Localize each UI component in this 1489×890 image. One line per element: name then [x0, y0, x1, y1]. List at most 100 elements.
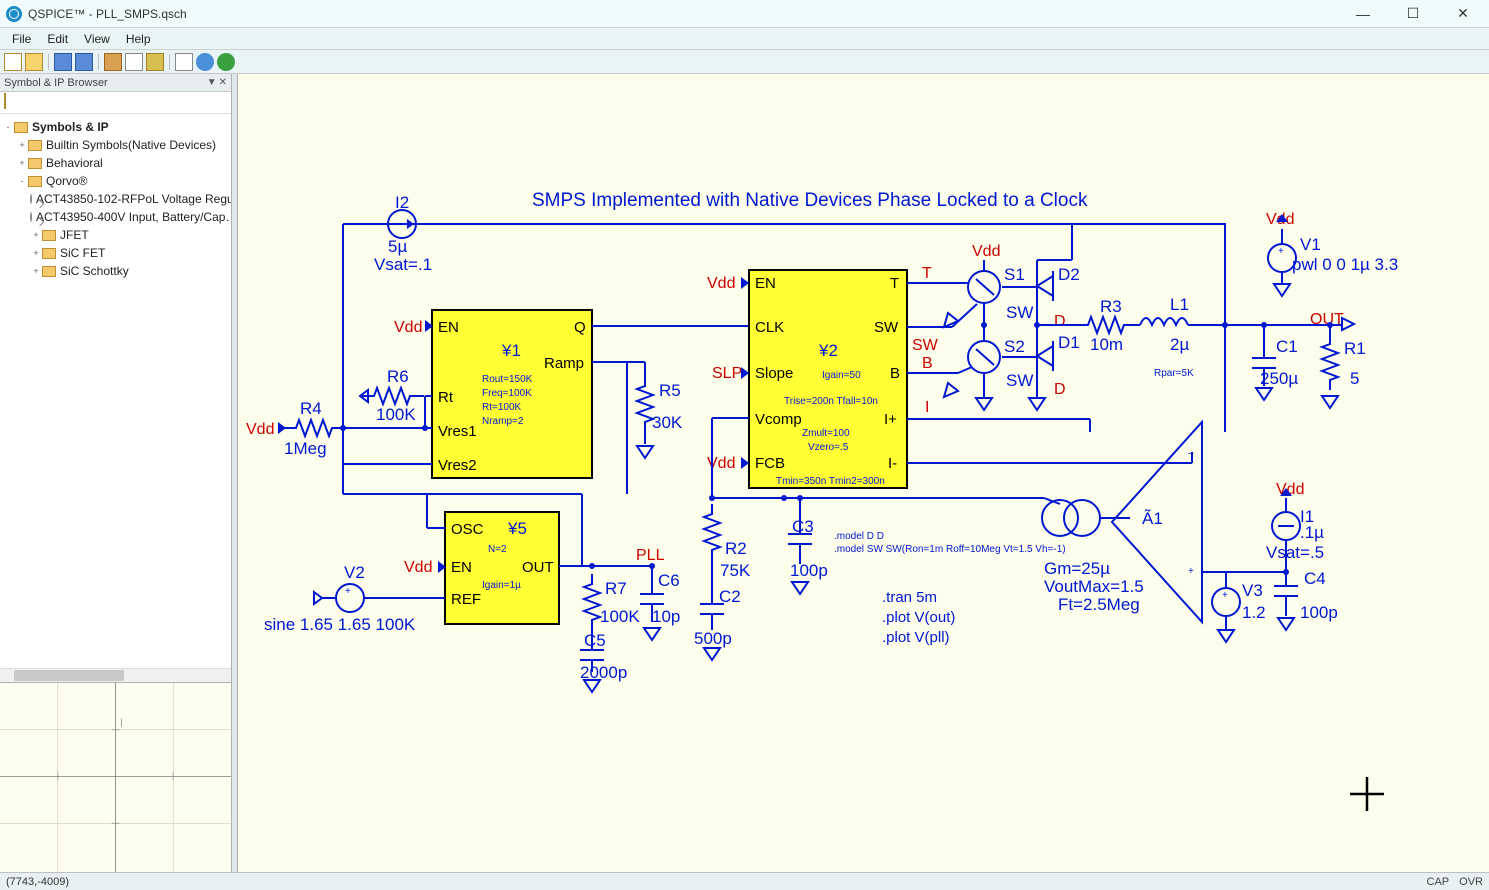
spice-model-sw: .model SW SW(Ron=1m Roff=10Meg Vt=1.5 Vh…	[834, 544, 1066, 555]
comp-c5[interactable]: C5 2000p	[580, 630, 627, 692]
svg-text:5µ: 5µ	[388, 237, 407, 256]
symbol-browser-panel: Symbol & IP Browser ▼ ✕ -Symbols & IP +B…	[0, 74, 232, 872]
comp-v1[interactable]: + V1 pwl 0 0 1µ 3.3	[1268, 229, 1398, 296]
tree-root[interactable]: -Symbols & IP	[2, 118, 229, 136]
svg-text:REF: REF	[451, 591, 481, 608]
svg-text:R5: R5	[659, 381, 681, 400]
svg-text:Ft=2.5Meg: Ft=2.5Meg	[1058, 595, 1140, 614]
tree-node-qorvo[interactable]: -Qorvo®	[2, 172, 229, 190]
open-file-icon[interactable]	[25, 53, 43, 71]
svg-text:+: +	[345, 586, 351, 597]
net-i: I	[925, 399, 929, 416]
menu-bar: File Edit View Help	[0, 28, 1489, 50]
svg-text:Freq=100K: Freq=100K	[482, 388, 532, 399]
net-d2: D	[1054, 381, 1066, 398]
comp-xfmr[interactable]	[1042, 500, 1100, 536]
svg-text:Vres2: Vres2	[438, 457, 477, 474]
svg-text:5: 5	[1350, 369, 1359, 388]
svg-text:Zmult=100: Zmult=100	[802, 428, 850, 439]
comp-l1[interactable]: L1 2µ Rpar=5K	[1140, 295, 1194, 379]
tree-node-jfet[interactable]: +JFET	[2, 226, 229, 244]
svg-text:C4: C4	[1304, 569, 1326, 588]
svg-text:C1: C1	[1276, 337, 1298, 356]
run-icon[interactable]	[217, 53, 235, 71]
svg-text:R1: R1	[1344, 339, 1366, 358]
comp-r4[interactable]: R4 1Meg	[282, 399, 346, 458]
svg-text:R4: R4	[300, 399, 322, 418]
panel-folder-icon[interactable]	[4, 93, 6, 109]
svg-text:¥1: ¥1	[501, 341, 521, 360]
net-pll: PLL	[636, 547, 665, 564]
comp-c6[interactable]: C6 10p	[640, 566, 680, 640]
splitter[interactable]	[232, 74, 238, 872]
panel-dropdown-icon[interactable]: ▼	[207, 77, 217, 88]
svg-text:sine 1.65 1.65 100K: sine 1.65 1.65 100K	[264, 615, 416, 634]
svg-text:100p: 100p	[1300, 603, 1338, 622]
svg-text:75K: 75K	[720, 561, 751, 580]
menu-file[interactable]: File	[4, 30, 39, 48]
tree-leaf-act43950[interactable]: ACT43950-400V Input, Battery/Cap…	[2, 208, 229, 226]
comp-v3[interactable]: + V3 1.2	[1212, 581, 1266, 622]
comp-a1[interactable]: Ã1 Gm=25µ VoutMax=1.5 Ft=2.5Meg – +	[1044, 422, 1202, 622]
svg-text:Vres1: Vres1	[438, 423, 477, 440]
svg-text:R7: R7	[605, 579, 627, 598]
panel-close-icon[interactable]: ✕	[219, 77, 227, 88]
menu-edit[interactable]: Edit	[39, 30, 76, 48]
svg-text:.1µ: .1µ	[1300, 523, 1324, 542]
paste-icon[interactable]	[146, 53, 164, 71]
svg-text:Q: Q	[574, 319, 586, 336]
copy-icon[interactable]	[125, 53, 143, 71]
tree-hscrollbar[interactable]	[0, 668, 231, 682]
svg-text:Nramp=2: Nramp=2	[482, 416, 524, 427]
comp-s2[interactable]: S2 SW	[944, 337, 1033, 397]
tree-node-sicfet[interactable]: +SiC FET	[2, 244, 229, 262]
net-vdd-y1en: Vdd	[394, 319, 422, 336]
cut-icon[interactable]	[104, 53, 122, 71]
tree-node-sicschottky[interactable]: +SiC Schottky	[2, 262, 229, 280]
tree-node-builtin[interactable]: +Builtin Symbols(Native Devices)	[2, 136, 229, 154]
comp-r3[interactable]: R3 10m	[1078, 297, 1134, 354]
menu-help[interactable]: Help	[118, 30, 159, 48]
svg-text:C5: C5	[584, 631, 606, 650]
symbol-preview	[0, 682, 231, 872]
menu-view[interactable]: View	[76, 30, 118, 48]
comp-i1[interactable]: I1 .1µ Vsat=.5	[1266, 507, 1324, 562]
save-all-icon[interactable]	[75, 53, 93, 71]
comp-d2[interactable]: D2	[1037, 265, 1080, 301]
svg-text:100p: 100p	[790, 561, 828, 580]
comp-y2[interactable]: ¥2 EN T CLK SW Slope B Vcomp I+ FCB I- I…	[749, 270, 907, 488]
comp-i2[interactable]: I2 5µ Vsat=.1	[374, 193, 432, 274]
svg-text:Rpar=5K: Rpar=5K	[1154, 368, 1194, 379]
spice-plot-pll: .plot V(pll)	[882, 629, 950, 646]
comp-c3[interactable]: C3 100p	[788, 498, 828, 594]
tree-node-behavioral[interactable]: +Behavioral	[2, 154, 229, 172]
comp-r7[interactable]: R7 100K	[584, 574, 640, 630]
svg-text:SW: SW	[1006, 371, 1033, 390]
svg-text:Trise=200n Tfall=10n: Trise=200n Tfall=10n	[784, 396, 878, 407]
schematic-canvas[interactable]: SMPS Implemented with Native Devices Pha…	[232, 74, 1489, 872]
save-icon[interactable]	[54, 53, 72, 71]
svg-text:Vsat=.5: Vsat=.5	[1266, 543, 1324, 562]
tree-leaf-act43850[interactable]: ACT43850-102-RFPoL Voltage Regu	[2, 190, 229, 208]
new-file-icon[interactable]	[4, 53, 22, 71]
svg-text:Vcomp: Vcomp	[755, 411, 802, 428]
comp-y1[interactable]: ¥1 EN Q Ramp Rt Vres1 Vres2 Rout=150K Fr…	[432, 310, 592, 478]
comp-c1[interactable]: C1 250µ	[1252, 325, 1298, 400]
comp-s1[interactable]: S1 SW	[944, 265, 1033, 327]
comp-r6[interactable]: R6 100K	[362, 367, 424, 424]
print-icon[interactable]	[175, 53, 193, 71]
maximize-button[interactable]: ☐	[1399, 4, 1427, 24]
net-vdd-y5en: Vdd	[404, 559, 432, 576]
net-d: D	[1054, 313, 1066, 330]
svg-text:100K: 100K	[600, 607, 640, 626]
comp-y5[interactable]: ¥5 OSC EN OUT REF N=2 Igain=1µ	[445, 512, 559, 624]
comp-r1[interactable]: R1 5	[1322, 325, 1366, 408]
symbol-tree[interactable]: -Symbols & IP +Builtin Symbols(Native De…	[0, 114, 231, 668]
minimize-button[interactable]: —	[1349, 4, 1377, 24]
comp-r5[interactable]: R5 30K	[637, 374, 683, 434]
svg-text:10m: 10m	[1090, 335, 1123, 354]
comp-d1[interactable]: D1	[1037, 333, 1080, 371]
close-button[interactable]: ✕	[1449, 4, 1477, 24]
svg-text:250µ: 250µ	[1260, 369, 1298, 388]
help-icon[interactable]	[196, 53, 214, 71]
